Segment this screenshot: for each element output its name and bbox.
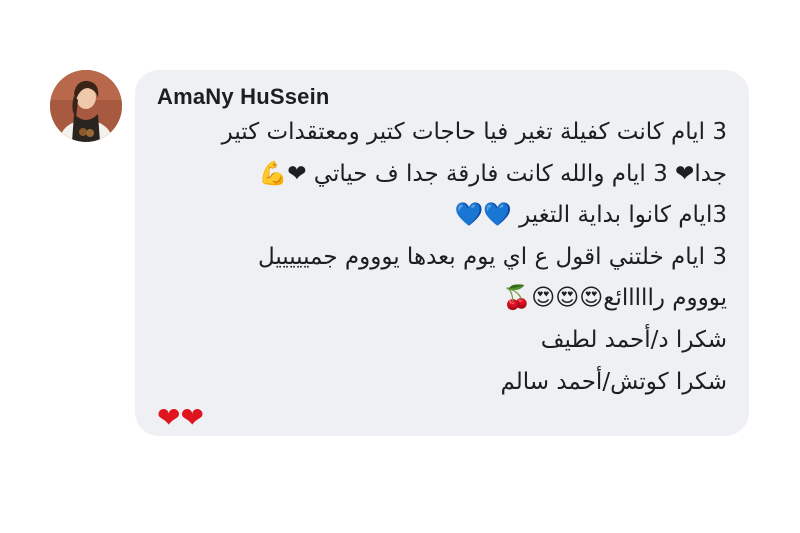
comment-line: 3ايام كانوا بداية التغير 💙💙 xyxy=(454,202,728,229)
author-name[interactable]: AmaNy HuSsein xyxy=(157,84,330,110)
comment: AmaNy HuSsein 3 ايام كانت كفيلة تغير فيا… xyxy=(0,0,800,533)
comment-line: شكرا د/أحمد لطيف xyxy=(540,326,727,353)
comment-line: شكرا كوتش/أحمد سالم xyxy=(500,368,727,395)
comment-line: يوووم رااااائع😍😍😍🍒 xyxy=(502,285,727,312)
comment-text: 3 ايام كانت كفيلة تغير فيا حاجات كتير وم… xyxy=(157,112,727,403)
avatar-photo-icon xyxy=(50,70,122,142)
comment-bubble: AmaNy HuSsein 3 ايام كانت كفيلة تغير فيا… xyxy=(135,70,749,436)
heart-emoji-icons: ❤❤ xyxy=(157,401,204,434)
author-avatar[interactable] xyxy=(50,70,122,142)
comment-line: 3 ايام خلتني اقول ع اي يوم بعدها يوووم ج… xyxy=(257,243,727,270)
comment-line: 3 ايام كانت كفيلة تغير فيا حاجات كتير وم… xyxy=(221,119,727,145)
comment-line: جدا❤ 3 ايام والله كانت فارقة جدا ف حياتي… xyxy=(258,160,727,187)
